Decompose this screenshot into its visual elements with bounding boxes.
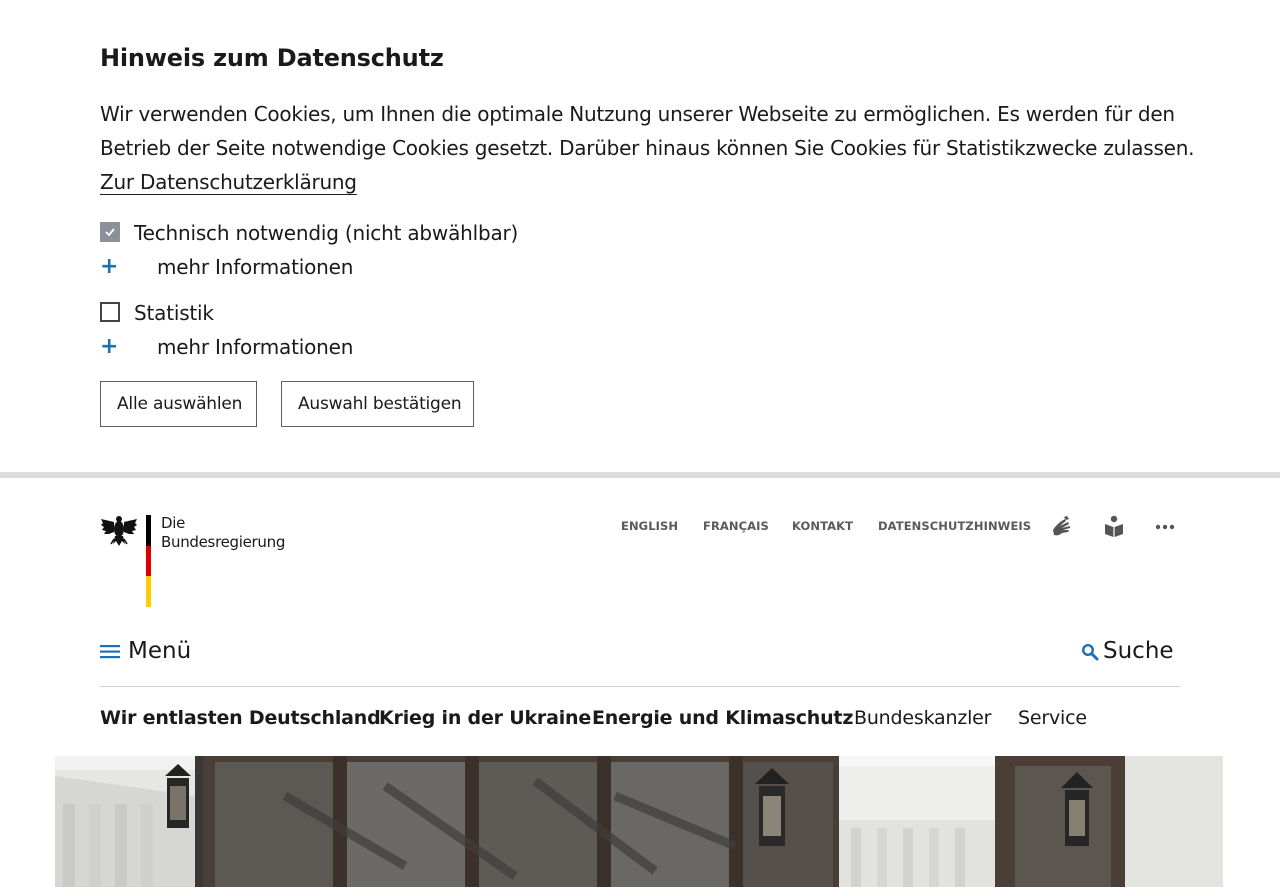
sign-language-icon[interactable] bbox=[1050, 514, 1076, 540]
option-label-technically-necessary: Technisch notwendig (nicht abwählbar) bbox=[134, 221, 519, 245]
option-label-statistics: Statistik bbox=[134, 301, 214, 325]
more-info-label: mehr Informationen bbox=[157, 335, 354, 359]
search-icon bbox=[1081, 643, 1099, 661]
bundesregierung-logo[interactable]: Die Bundesregierung bbox=[100, 514, 285, 608]
hamburger-menu-icon bbox=[100, 645, 120, 659]
hero-image bbox=[55, 756, 1223, 887]
banner-separator bbox=[0, 472, 1280, 478]
confirm-selection-button[interactable]: Auswahl bestätigen bbox=[281, 381, 474, 427]
logo-line-1: Die bbox=[161, 514, 186, 532]
more-info-statistics[interactable]: + mehr Informationen bbox=[100, 334, 360, 360]
logo-line-2: Bundesregierung bbox=[161, 532, 286, 551]
easy-language-icon[interactable] bbox=[1101, 514, 1127, 540]
checkmark-icon bbox=[105, 228, 115, 237]
flag-stripe bbox=[146, 515, 151, 607]
select-all-button[interactable]: Alle auswählen bbox=[100, 381, 257, 427]
header-divider bbox=[100, 686, 1180, 687]
nav-item-energie-klimaschutz[interactable]: Energie und Klimaschutz bbox=[592, 704, 853, 732]
nav-item-entlastung[interactable]: Wir entlasten Deutschland bbox=[100, 704, 381, 732]
cookie-banner-title: Hinweis zum Datenschutz bbox=[100, 44, 444, 72]
meta-link-privacy[interactable]: DATENSCHUTZHINWEIS bbox=[878, 518, 1031, 534]
hero-photo-building bbox=[55, 756, 1223, 887]
menu-button[interactable]: Menü bbox=[100, 636, 200, 666]
meta-link-english[interactable]: ENGLISH bbox=[621, 518, 678, 534]
cookie-banner-intro: Wir verwenden Cookies, um Ihnen die opti… bbox=[100, 102, 1195, 160]
logo-wordmark: Die Bundesregierung bbox=[161, 514, 285, 551]
more-info-technically-necessary[interactable]: + mehr Informationen bbox=[100, 254, 360, 280]
federal-eagle-icon bbox=[101, 516, 137, 546]
plus-icon: + bbox=[100, 334, 119, 359]
checkbox-technically-necessary bbox=[100, 222, 120, 242]
nav-item-service[interactable]: Service bbox=[1018, 704, 1087, 732]
nav-item-bundeskanzler[interactable]: Bundeskanzler bbox=[854, 704, 991, 732]
cookie-consent-banner: Hinweis zum Datenschutz Wir verwenden Co… bbox=[0, 0, 1280, 472]
privacy-policy-link[interactable]: Zur Datenschutzerklärung bbox=[100, 165, 357, 199]
plus-icon: + bbox=[100, 254, 119, 279]
more-info-label: mehr Informationen bbox=[157, 255, 354, 279]
search-label: Suche bbox=[1103, 638, 1174, 664]
more-icon[interactable] bbox=[1152, 514, 1178, 540]
menu-label: Menü bbox=[128, 638, 192, 664]
meta-link-contact[interactable]: KONTAKT bbox=[792, 518, 853, 534]
meta-link-french[interactable]: FRANÇAIS bbox=[703, 518, 769, 534]
checkbox-statistics[interactable] bbox=[100, 302, 120, 322]
search-button[interactable]: Suche bbox=[1081, 636, 1181, 666]
nav-item-ukraine[interactable]: Krieg in der Ukraine bbox=[379, 704, 591, 732]
